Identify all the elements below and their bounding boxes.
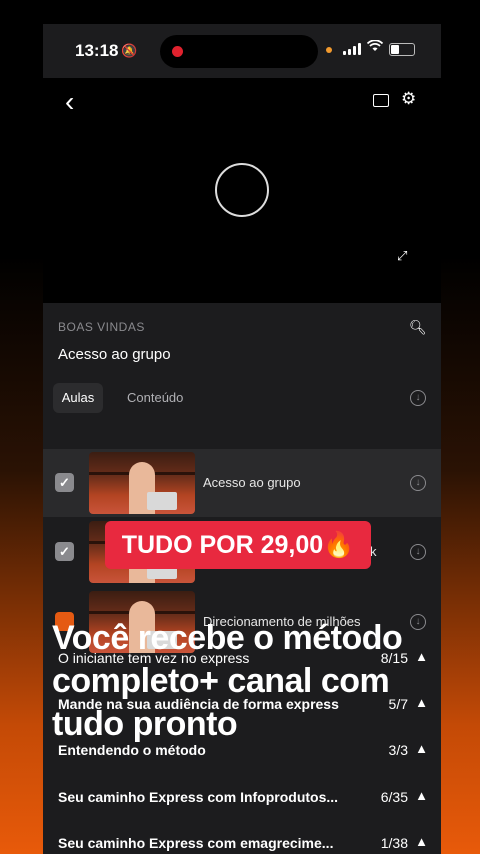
lesson-title: Acesso ao grupo (203, 475, 301, 490)
signal-icon (343, 43, 363, 55)
download-all-icon[interactable]: ↓ (410, 390, 426, 406)
video-caption: Você recebe o método completo+ canal com… (52, 617, 472, 746)
gear-icon[interactable]: ⚙ (401, 89, 416, 109)
recording-icon (172, 46, 183, 57)
section-row[interactable]: Seu caminho Express com emagrecime... 1/… (58, 834, 428, 854)
current-lesson-title: Acesso ao grupo (58, 346, 171, 363)
course-panel: BOAS VINDAS 🔍︎ Acesso ao grupo Aulas Con… (43, 303, 441, 854)
checkbox-checked[interactable]: ✓ (55, 473, 74, 492)
privacy-indicator-icon (326, 47, 332, 53)
video-player[interactable]: ‹ ⚙ ⤢ (43, 78, 441, 303)
section-name: Seu caminho Express com Infoprodutos... (58, 789, 339, 805)
expand-icon[interactable]: ⤢ (397, 248, 407, 264)
chevron-up-icon[interactable]: ▲ (415, 834, 428, 849)
bell-slash-icon: 🔕 (121, 43, 138, 58)
search-icon[interactable]: 🔍︎ (409, 319, 427, 336)
status-bar: 13:18 🔕 (43, 24, 441, 78)
chevron-up-icon[interactable]: ▲ (415, 788, 428, 803)
section-name: Seu caminho Express com emagrecime... (58, 835, 334, 851)
section-row[interactable]: Seu caminho Express com Infoprodutos... … (58, 788, 428, 809)
chevron-left-icon[interactable]: ‹ (65, 88, 74, 116)
module-label: BOAS VINDAS (58, 320, 145, 334)
dynamic-island (160, 35, 318, 68)
loading-spinner-icon (215, 163, 269, 217)
promo-badge: TUDO POR 29,00🔥 (105, 521, 371, 569)
caption-line: completo+ canal com (52, 662, 390, 700)
download-icon[interactable]: ↓ (410, 544, 426, 560)
status-time: 13:18 (75, 41, 119, 60)
lesson-row[interactable]: ✓ Acesso ao grupo ↓ (43, 449, 441, 517)
checkbox-checked[interactable]: ✓ (55, 542, 74, 561)
section-count: 6/35 (380, 789, 408, 805)
airplay-icon[interactable] (373, 94, 389, 107)
lesson-thumbnail (89, 452, 195, 514)
tab-aulas[interactable]: Aulas (53, 383, 103, 413)
wifi-icon (366, 39, 384, 55)
tab-conteudo[interactable]: Conteúdo (127, 383, 183, 413)
battery-icon (389, 43, 415, 56)
download-icon[interactable]: ↓ (410, 475, 426, 491)
caption-line: Você recebe o método (52, 619, 403, 657)
caption-line: tudo pronto (52, 705, 238, 743)
section-count: 1/38 (380, 835, 408, 851)
